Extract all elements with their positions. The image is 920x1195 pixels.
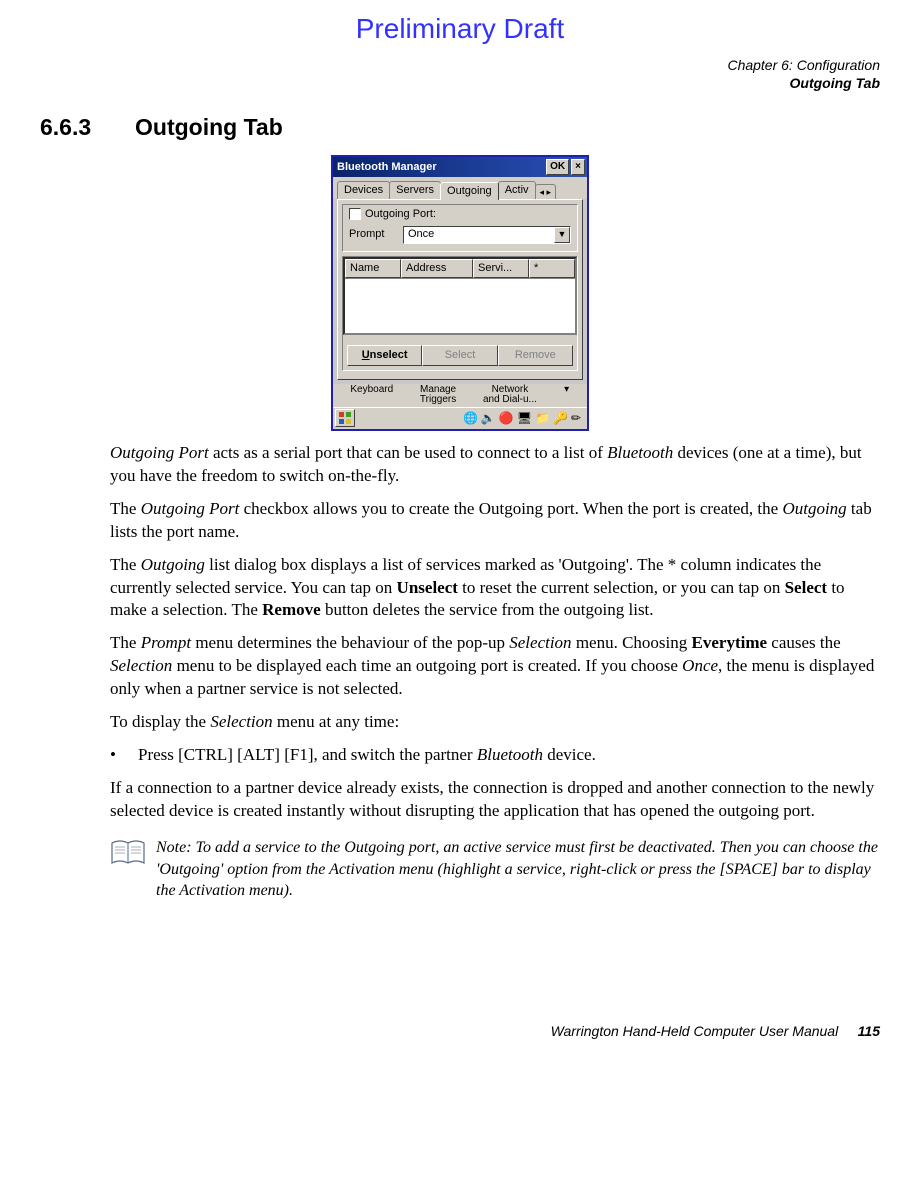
note-block: Note: To add a service to the Outgoing p… bbox=[110, 837, 880, 902]
tray-icon[interactable]: ✏ bbox=[571, 410, 581, 426]
paragraph-4: The Prompt menu determines the behaviour… bbox=[110, 632, 880, 701]
prompt-dropdown[interactable]: Once ▼ bbox=[403, 226, 571, 244]
bg-network: Networkand Dial-u... bbox=[483, 385, 537, 405]
tray-icon[interactable]: 📁 bbox=[535, 410, 550, 426]
bullet-dot: • bbox=[110, 744, 138, 767]
col-address[interactable]: Address bbox=[401, 259, 473, 278]
col-name[interactable]: Name bbox=[345, 259, 401, 278]
tab-strip: Devices Servers Outgoing Activ ◂ ▸ bbox=[333, 177, 587, 199]
close-button[interactable]: × bbox=[571, 159, 585, 175]
book-icon bbox=[110, 839, 150, 874]
paragraph-1: Outgoing Port acts as a serial port that… bbox=[110, 442, 880, 488]
taskbar: 🌐 🔈 🔴 🖥 📁 🔑 ✏ bbox=[333, 407, 587, 429]
background-icons: Keyboard ManageTriggers Networkand Dial-… bbox=[333, 384, 587, 407]
services-listbox[interactable]: Name Address Servi... * bbox=[343, 257, 577, 335]
tray-icon[interactable]: 🔴 bbox=[499, 410, 514, 426]
bg-manage: ManageTriggers bbox=[420, 385, 456, 405]
prompt-value: Once bbox=[404, 227, 554, 242]
section-heading: 6.6.3Outgoing Tab bbox=[40, 112, 880, 143]
body-text: Outgoing Port acts as a serial port that… bbox=[110, 442, 880, 823]
outgoing-port-group: Outgoing Port: Prompt Once ▼ bbox=[342, 204, 578, 252]
page-footer: Warrington Hand-Held Computer User Manua… bbox=[40, 1022, 880, 1041]
note-text: Note: To add a service to the Outgoing p… bbox=[156, 837, 880, 902]
select-button[interactable]: Select bbox=[422, 345, 497, 366]
tray-icon[interactable]: 🖥 bbox=[517, 410, 532, 426]
bullet-item: •Press [CTRL] [ALT] [F1], and switch the… bbox=[110, 744, 880, 767]
remove-button[interactable]: Remove bbox=[498, 345, 573, 366]
tab-outgoing[interactable]: Outgoing bbox=[440, 182, 499, 200]
tab-devices[interactable]: Devices bbox=[337, 181, 390, 199]
col-service[interactable]: Servi... bbox=[473, 259, 529, 278]
start-button[interactable] bbox=[335, 409, 355, 427]
paragraph-2: The Outgoing Port checkbox allows you to… bbox=[110, 498, 880, 544]
tray-icon[interactable]: 🔑 bbox=[553, 410, 568, 426]
section-title: Outgoing Tab bbox=[135, 114, 283, 140]
bluetooth-manager-window: Bluetooth Manager OK × Devices Servers O… bbox=[331, 155, 589, 431]
windows-logo-icon bbox=[338, 411, 352, 425]
bg-keyboard: Keyboard bbox=[350, 385, 393, 405]
chapter-title-line1: Chapter 6: Configuration bbox=[40, 56, 880, 74]
list-group: Name Address Servi... * Unselect Select … bbox=[342, 256, 578, 371]
outgoing-port-label: Outgoing Port: bbox=[365, 207, 436, 222]
paragraph-3: The Outgoing list dialog box displays a … bbox=[110, 554, 880, 623]
unselect-button[interactable]: Unselect bbox=[347, 345, 422, 366]
chapter-title-line2: Outgoing Tab bbox=[40, 74, 880, 92]
chevron-down-icon[interactable]: ▼ bbox=[554, 227, 570, 243]
ok-button[interactable]: OK bbox=[546, 159, 569, 175]
footer-manual-title: Warrington Hand-Held Computer User Manua… bbox=[551, 1023, 839, 1039]
section-number: 6.6.3 bbox=[40, 112, 135, 143]
chapter-header: Chapter 6: Configuration Outgoing Tab bbox=[40, 56, 880, 92]
scrollbar[interactable]: ▾ bbox=[564, 385, 570, 405]
screenshot-container: Bluetooth Manager OK × Devices Servers O… bbox=[40, 155, 880, 432]
outgoing-port-checkbox[interactable] bbox=[349, 208, 361, 220]
watermark: Preliminary Draft bbox=[40, 0, 880, 56]
prompt-label: Prompt bbox=[349, 227, 397, 242]
footer-page-number: 115 bbox=[858, 1023, 880, 1039]
list-header-row: Name Address Servi... * bbox=[345, 259, 575, 279]
tab-activ[interactable]: Activ bbox=[498, 181, 536, 199]
col-star[interactable]: * bbox=[529, 259, 575, 278]
tab-servers[interactable]: Servers bbox=[389, 181, 441, 199]
window-title: Bluetooth Manager bbox=[337, 160, 544, 175]
window-titlebar: Bluetooth Manager OK × bbox=[333, 157, 587, 177]
tab-scroll[interactable]: ◂ ▸ bbox=[535, 184, 557, 199]
paragraph-6: If a connection to a partner device alre… bbox=[110, 777, 880, 823]
tab-panel: Outgoing Port: Prompt Once ▼ Name Addres… bbox=[337, 199, 583, 380]
tray-icon[interactable]: 🌐 bbox=[463, 410, 478, 426]
paragraph-5: To display the Selection menu at any tim… bbox=[110, 711, 880, 734]
tray-icon[interactable]: 🔈 bbox=[481, 410, 496, 426]
system-tray: 🌐 🔈 🔴 🖥 📁 🔑 ✏ bbox=[463, 410, 585, 426]
